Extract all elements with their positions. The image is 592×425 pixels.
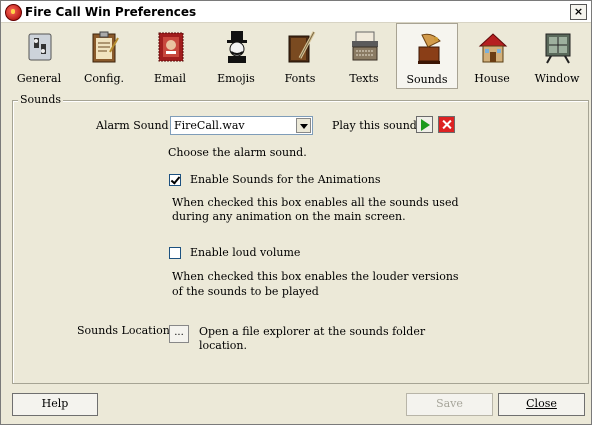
sounds-location-label: Sounds Location: xyxy=(77,324,174,337)
tab-label: Texts xyxy=(349,72,379,85)
tab-window[interactable]: Window xyxy=(526,23,588,89)
enable-animation-desc-1: When checked this box enables all the so… xyxy=(172,196,459,209)
alarm-sound-value: FireCall.wav xyxy=(174,119,245,132)
app-icon xyxy=(5,4,22,21)
tab-label: General xyxy=(16,72,62,85)
title-bar: Fire Call Win Preferences × xyxy=(1,1,591,23)
category-toolbar: General Config. Email Emojis Fonts Texts… xyxy=(3,23,589,91)
alarm-hint-text: Choose the alarm sound. xyxy=(168,146,307,159)
enable-animation-desc-2: during any animation on the main screen. xyxy=(172,210,406,223)
stop-sound-button[interactable] xyxy=(438,116,455,133)
tab-label: Config. xyxy=(84,72,124,85)
switch-icon xyxy=(28,33,52,61)
sounds-group-title: Sounds xyxy=(18,93,64,106)
enable-animation-sounds-label: Enable Sounds for the Animations xyxy=(190,173,381,186)
clipboard-icon xyxy=(92,31,119,63)
enable-loud-volume-checkbox[interactable] xyxy=(169,247,181,259)
tab-config[interactable]: Config. xyxy=(73,23,135,89)
alarm-sound-label: Alarm Sound : xyxy=(96,119,176,132)
tab-house[interactable]: House xyxy=(461,23,523,89)
monopoly-man-icon xyxy=(227,31,247,63)
stamp-icon xyxy=(158,32,184,62)
loud-volume-desc-2: of the sounds to be played xyxy=(172,285,319,298)
sounds-group xyxy=(12,100,589,384)
browse-sounds-folder-button[interactable]: ... xyxy=(169,325,189,343)
window-close-button[interactable]: × xyxy=(570,4,587,20)
chevron-down-icon[interactable] xyxy=(296,118,311,133)
window-frame-icon xyxy=(545,33,571,64)
window-title: Fire Call Win Preferences xyxy=(25,5,197,19)
tab-general[interactable]: General xyxy=(8,23,70,89)
alarm-sound-select[interactable]: FireCall.wav xyxy=(170,116,313,135)
typewriter-icon xyxy=(352,31,378,61)
save-button[interactable]: Save xyxy=(406,393,493,416)
preferences-window: Fire Call Win Preferences × General Conf… xyxy=(0,0,592,425)
help-button[interactable]: Help xyxy=(12,393,98,416)
play-sound-button[interactable] xyxy=(416,116,433,133)
tab-emojis[interactable]: Emojis xyxy=(205,23,267,89)
play-sound-label: Play this sound xyxy=(332,119,417,132)
tab-fonts[interactable]: Fonts xyxy=(269,23,331,89)
tab-label: Sounds xyxy=(406,73,448,86)
tab-label: Fonts xyxy=(284,72,316,85)
location-desc-1: Open a file explorer at the sounds folde… xyxy=(199,325,426,338)
tab-label: Window xyxy=(534,72,580,85)
enable-loud-volume-label: Enable loud volume xyxy=(190,246,301,259)
gramophone-icon xyxy=(418,33,441,64)
tab-email[interactable]: Email xyxy=(139,23,201,89)
location-desc-2: location. xyxy=(199,339,248,352)
enable-animation-sounds-checkbox[interactable] xyxy=(169,174,181,186)
tab-label: Email xyxy=(153,72,187,85)
tab-sounds[interactable]: Sounds xyxy=(396,23,458,89)
house-icon xyxy=(478,33,508,63)
book-quill-icon xyxy=(288,31,316,63)
close-button[interactable]: Close xyxy=(498,393,585,416)
tab-texts[interactable]: Texts xyxy=(333,23,395,89)
loud-volume-desc-1: When checked this box enables the louder… xyxy=(172,270,459,283)
tab-label: Emojis xyxy=(217,72,255,85)
tab-label: House xyxy=(474,72,510,85)
